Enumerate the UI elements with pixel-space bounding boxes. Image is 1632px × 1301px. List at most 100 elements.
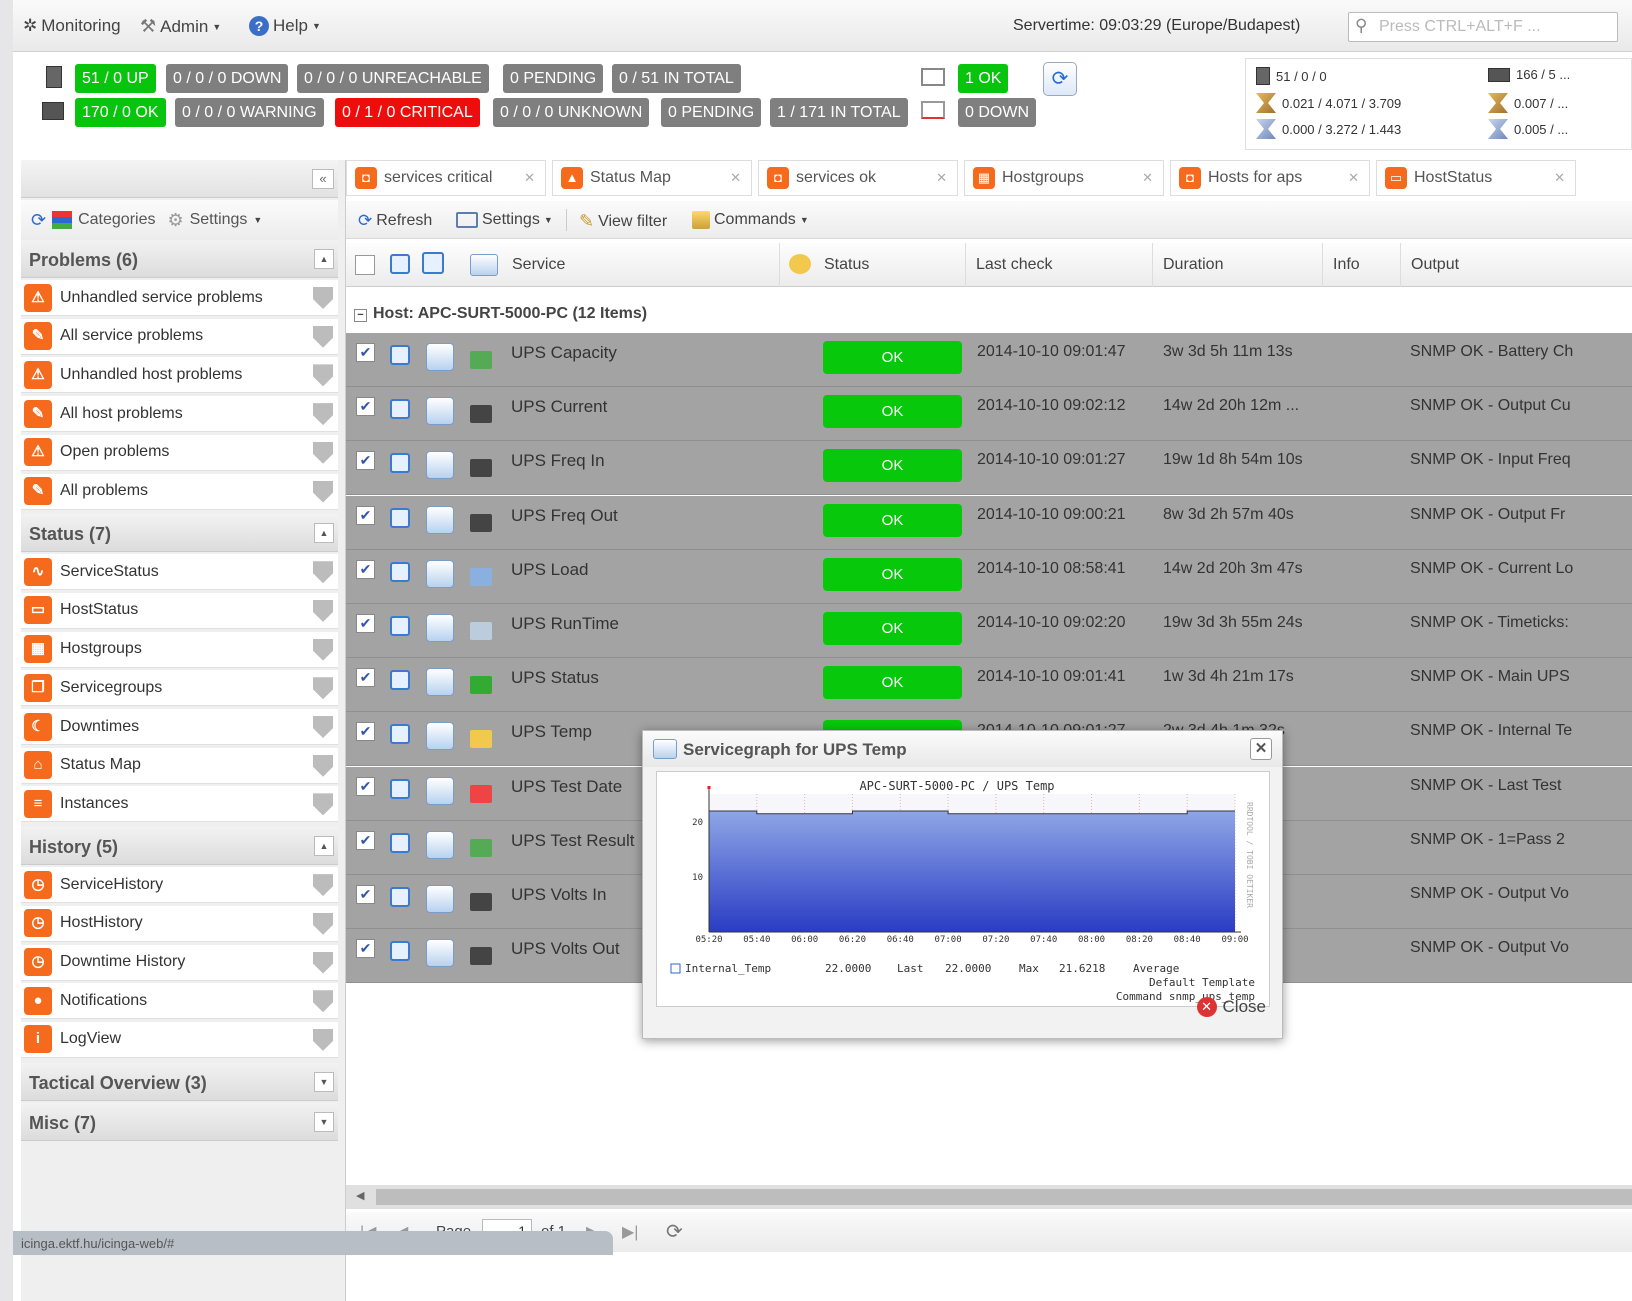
collapse-icon[interactable]: ▲: [314, 836, 334, 857]
sidebar-item-status-map[interactable]: ⌂ Status Map: [21, 747, 338, 784]
service-name[interactable]: UPS Freq In: [511, 451, 605, 471]
sidebar-item-servicegroups[interactable]: ❐ Servicegroups: [21, 670, 338, 707]
sidebar-item-hostgroups[interactable]: ▦ Hostgroups: [21, 631, 338, 668]
settings-button[interactable]: Settings: [190, 211, 248, 229]
service-unknown-badge[interactable]: 0 / 0 / 0 UNKNOWN: [493, 98, 650, 127]
commands-button[interactable]: Commands ▼: [692, 211, 809, 229]
service-name[interactable]: UPS Temp: [511, 722, 592, 742]
sidebar-item-all-service-problems[interactable]: ✎ All service problems: [21, 318, 338, 355]
sidebar-item-servicestatus[interactable]: ∿ ServiceStatus: [21, 554, 338, 591]
refresh-icon[interactable]: ⟳: [666, 1219, 683, 1244]
sidebar-item-all-problems[interactable]: ✎ All problems: [21, 473, 338, 510]
service-pending-badge[interactable]: 0 PENDING: [661, 98, 762, 127]
sidebar-section-problems[interactable]: Problems (6) ▲: [21, 240, 338, 278]
external-link-icon[interactable]: [390, 507, 410, 528]
close-icon[interactable]: ✕: [1250, 738, 1272, 760]
row-checkbox[interactable]: ✔: [356, 451, 375, 471]
sidebar-section-history[interactable]: History (5) ▲: [21, 827, 338, 866]
sidebar-item-instances[interactable]: ≡ Instances: [21, 786, 338, 823]
service-name[interactable]: UPS Capacity: [511, 343, 617, 363]
table-row[interactable]: ✔ UPS Freq In OK 2014-10-10 09:01:27 19w 1d …: [346, 441, 1632, 496]
sidebar-section-status[interactable]: Status (7) ▲: [21, 514, 338, 553]
row-checkbox[interactable]: ✔: [356, 885, 375, 904]
servicegraph-icon[interactable]: [426, 343, 454, 371]
expand-icon[interactable]: ▼: [314, 1111, 334, 1132]
tab-hosts-for-aps[interactable]: ◘ Hosts for aps ✕: [1170, 160, 1370, 196]
settings-button[interactable]: Settings ▼: [456, 211, 553, 229]
tab-status-map[interactable]: ▲ Status Map ✕: [552, 160, 752, 196]
categories-button[interactable]: Categories: [78, 211, 155, 229]
external-link-icon[interactable]: [390, 616, 410, 636]
close-tab-icon[interactable]: ✕: [1142, 170, 1153, 186]
external-link-icon[interactable]: [390, 670, 410, 691]
service-total-badge[interactable]: 1 / 171 IN TOTAL: [770, 98, 908, 127]
collapse-group-icon[interactable]: −: [354, 309, 367, 322]
service-critical-badge[interactable]: 0 / 1 / 0 CRITICAL: [335, 98, 480, 127]
refresh-status-button[interactable]: ⟳: [1043, 62, 1077, 96]
table-row[interactable]: ✔ UPS Freq Out OK 2014-10-10 09:00:21 8w 3d …: [346, 495, 1632, 550]
row-checkbox[interactable]: ✔: [356, 505, 375, 525]
row-checkbox[interactable]: ✔: [356, 397, 375, 417]
servicegraph-icon[interactable]: [426, 885, 454, 913]
row-checkbox[interactable]: ✔: [356, 722, 375, 742]
host-total-badge[interactable]: 0 / 51 IN TOTAL: [612, 64, 741, 93]
servicegraph-icon[interactable]: [426, 668, 454, 697]
sidebar-section-tactical-overview[interactable]: Tactical Overview (3) ▼: [21, 1062, 338, 1101]
tab-services-ok[interactable]: ◘ services ok ✕: [758, 160, 958, 196]
column-output[interactable]: Output: [1403, 243, 1632, 287]
service-name[interactable]: UPS RunTime: [511, 614, 619, 634]
menu-monitoring[interactable]: ✲ Monitoring: [23, 16, 121, 36]
close-tab-icon[interactable]: ✕: [524, 170, 535, 186]
external-link-icon[interactable]: [390, 832, 410, 853]
service-name[interactable]: UPS Status: [511, 668, 599, 688]
service-name[interactable]: UPS Load: [511, 560, 589, 580]
servicegraph-icon[interactable]: [426, 559, 454, 588]
last-page-icon[interactable]: ▶|: [622, 1222, 638, 1242]
external-link-icon[interactable]: [390, 399, 410, 420]
select-all-checkbox[interactable]: [355, 255, 375, 275]
row-checkbox[interactable]: ✔: [356, 939, 375, 959]
row-checkbox[interactable]: ✔: [356, 559, 375, 579]
servicegraph-icon[interactable]: [426, 939, 454, 968]
host-down-badge[interactable]: 0 / 0 / 0 DOWN: [166, 64, 289, 93]
table-row[interactable]: ✔ UPS Status OK 2014-10-10 09:01:41 1w 3d 4h…: [346, 658, 1632, 713]
sidebar-section-misc[interactable]: Misc (7) ▼: [21, 1102, 338, 1141]
expand-icon[interactable]: ▼: [314, 1071, 334, 1092]
sidebar-item-hosthistory[interactable]: ◷ HostHistory: [21, 905, 338, 942]
servicegraph-icon[interactable]: [426, 505, 454, 534]
external-link-icon[interactable]: [390, 778, 410, 799]
row-checkbox[interactable]: ✔: [356, 776, 375, 796]
service-name[interactable]: UPS Freq Out: [511, 506, 618, 526]
sidebar-item-unhandled-service-problems[interactable]: ⚠ Unhandled service problems: [21, 280, 338, 316]
service-name[interactable]: UPS Volts Out: [511, 939, 620, 959]
sidebar-item-downtime-history[interactable]: ◷ Downtime History: [21, 944, 338, 981]
host-pending-badge[interactable]: 0 PENDING: [503, 64, 604, 93]
instance-down-badge[interactable]: 0 DOWN: [958, 98, 1036, 127]
servicegraph-icon[interactable]: [426, 776, 454, 805]
table-row[interactable]: ✔ UPS Current OK 2014-10-10 09:02:12 14w 2d …: [346, 387, 1632, 442]
service-name[interactable]: UPS Test Result: [511, 831, 634, 851]
instance-ok-badge[interactable]: 1 OK: [958, 64, 1009, 93]
collapse-icon[interactable]: ▲: [314, 523, 334, 544]
service-name[interactable]: UPS Volts In: [511, 885, 606, 905]
column-duration[interactable]: Duration: [1155, 243, 1323, 287]
horizontal-scrollbar[interactable]: ◀: [346, 1185, 1632, 1209]
column-last-check[interactable]: Last check: [968, 243, 1153, 287]
group-row[interactable]: − Host: APC-SURT-5000-PC (12 Items): [346, 297, 1632, 331]
view-filter-button[interactable]: ✎ View filter: [579, 211, 667, 232]
refresh-button[interactable]: ⟳ Refresh: [358, 211, 432, 231]
row-checkbox[interactable]: ✔: [356, 668, 375, 688]
external-link-icon[interactable]: [390, 724, 410, 745]
external-link-icon[interactable]: [390, 345, 410, 365]
servicegraph-icon[interactable]: [426, 722, 454, 751]
external-link-icon[interactable]: [390, 941, 410, 962]
tab-hostgroups[interactable]: ▦ Hostgroups ✕: [964, 160, 1164, 196]
sidebar-item-unhandled-host-problems[interactable]: ⚠ Unhandled host problems: [21, 357, 338, 394]
table-row[interactable]: ✔ UPS Load OK 2014-10-10 08:58:41 14w 2d 20h…: [346, 549, 1632, 604]
menu-admin[interactable]: ⚒ Admin ▼: [140, 16, 221, 37]
sidebar-item-servicehistory[interactable]: ◷ ServiceHistory: [21, 867, 338, 904]
external-link-icon[interactable]: [390, 887, 410, 907]
sidebar-item-hoststatus[interactable]: ▭ HostStatus: [21, 592, 338, 629]
column-status[interactable]: Status: [816, 243, 966, 287]
tab-hoststatus[interactable]: ▭ HostStatus ✕: [1376, 160, 1576, 196]
